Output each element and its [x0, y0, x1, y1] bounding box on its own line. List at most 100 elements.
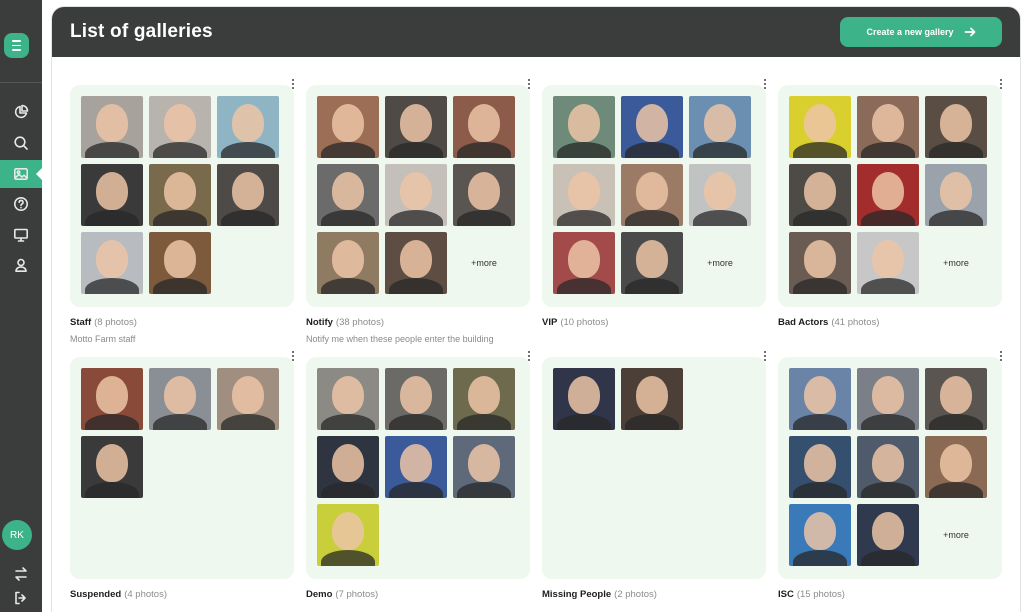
face-thumbnail[interactable]: [453, 436, 515, 498]
face-thumbnail[interactable]: [81, 436, 143, 498]
gallery-thumbnails[interactable]: +more: [778, 79, 1003, 307]
sidebar-item-devices[interactable]: [0, 221, 42, 249]
face-thumbnail[interactable]: [453, 96, 515, 158]
face-thumbnail[interactable]: [149, 96, 211, 158]
gallery-card[interactable]: +more VIP (10 photos): [542, 79, 767, 328]
more-photos-link[interactable]: +more: [925, 232, 987, 294]
face-thumbnail[interactable]: [621, 368, 683, 430]
more-options-icon[interactable]: [998, 351, 1004, 361]
face-thumbnail[interactable]: [789, 504, 851, 566]
face-thumbnail[interactable]: [925, 368, 987, 430]
face-thumbnail[interactable]: [317, 368, 379, 430]
face-thumbnail[interactable]: [317, 436, 379, 498]
face-thumbnail[interactable]: [789, 232, 851, 294]
gallery-card[interactable]: +more Bad Actors (41 photos): [778, 79, 1003, 328]
menu-dot: [291, 79, 295, 82]
face-thumbnail[interactable]: [553, 368, 615, 430]
face-shape: [96, 444, 128, 482]
face-thumbnail[interactable]: [857, 232, 919, 294]
face-thumbnail[interactable]: [385, 436, 447, 498]
gallery-thumbnails[interactable]: [306, 351, 531, 579]
more-options-icon[interactable]: [290, 351, 296, 361]
face-thumbnail[interactable]: [857, 368, 919, 430]
face-thumbnail[interactable]: [317, 232, 379, 294]
face-thumbnail[interactable]: [81, 96, 143, 158]
more-options-icon[interactable]: [762, 79, 768, 89]
more-options-icon[interactable]: [526, 351, 532, 361]
face-thumbnail[interactable]: [453, 164, 515, 226]
sidebar-item-users[interactable]: [0, 251, 42, 279]
face-thumbnail[interactable]: [317, 96, 379, 158]
gallery-thumbnails[interactable]: +more: [306, 79, 531, 307]
shoulders-shape: [693, 142, 747, 158]
face-thumbnail[interactable]: [621, 232, 683, 294]
more-photos-link[interactable]: +more: [453, 232, 515, 294]
gallery-thumbnails[interactable]: [70, 79, 295, 307]
face-thumbnail[interactable]: [789, 436, 851, 498]
face-thumbnail[interactable]: [553, 232, 615, 294]
face-thumbnail[interactable]: [789, 164, 851, 226]
menu-button[interactable]: [4, 33, 29, 58]
face-thumbnail[interactable]: [857, 164, 919, 226]
face-thumbnail[interactable]: [553, 96, 615, 158]
menu-dot: [763, 358, 767, 361]
face-thumbnail[interactable]: [553, 164, 615, 226]
logout-button[interactable]: [0, 584, 42, 612]
face-thumbnail[interactable]: [81, 232, 143, 294]
face-thumbnail[interactable]: [689, 96, 751, 158]
gallery-photo-count: (8 photos): [94, 317, 137, 328]
face-thumbnail[interactable]: [385, 164, 447, 226]
face-thumbnail[interactable]: [925, 436, 987, 498]
face-thumbnail[interactable]: [857, 436, 919, 498]
more-photos-link[interactable]: +more: [925, 504, 987, 566]
face-thumbnail[interactable]: [217, 164, 279, 226]
face-thumbnail[interactable]: [385, 368, 447, 430]
gallery-thumbnails[interactable]: +more: [542, 79, 767, 307]
face-thumbnail[interactable]: [317, 164, 379, 226]
avatar[interactable]: RK: [2, 520, 32, 550]
face-thumbnail[interactable]: [925, 96, 987, 158]
gallery-card[interactable]: Staff (8 photos) Motto Farm staff: [70, 79, 295, 344]
gallery-card[interactable]: +more Notify (38 photos) Notify me when the…: [306, 79, 531, 344]
face-thumbnail[interactable]: [385, 96, 447, 158]
face-thumbnail[interactable]: [621, 164, 683, 226]
face-thumbnail[interactable]: [217, 96, 279, 158]
face-thumbnail[interactable]: [857, 504, 919, 566]
gallery-card[interactable]: Demo (7 photos): [306, 351, 531, 600]
more-options-icon[interactable]: [526, 79, 532, 89]
face-shape: [468, 172, 500, 210]
more-options-icon[interactable]: [762, 351, 768, 361]
create-gallery-button[interactable]: Create a new gallery: [840, 17, 1002, 47]
sidebar-item-search[interactable]: [0, 129, 42, 157]
face-thumbnail[interactable]: [149, 164, 211, 226]
face-thumbnail[interactable]: [217, 368, 279, 430]
gallery-card[interactable]: Missing People (2 photos): [542, 351, 767, 600]
more-options-icon[interactable]: [998, 79, 1004, 89]
face-thumbnail[interactable]: [385, 232, 447, 294]
shoulders-shape: [557, 278, 611, 294]
sidebar-item-help[interactable]: [0, 190, 42, 218]
gallery-card[interactable]: Suspended (4 photos): [70, 351, 295, 600]
face-thumbnail[interactable]: [81, 368, 143, 430]
face-thumbnail[interactable]: [149, 368, 211, 430]
face-thumbnail[interactable]: [621, 96, 683, 158]
face-thumbnail[interactable]: [317, 504, 379, 566]
more-photos-link[interactable]: +more: [689, 232, 751, 294]
face-thumbnail[interactable]: [149, 232, 211, 294]
face-thumbnail[interactable]: [81, 164, 143, 226]
face-thumbnail[interactable]: [789, 368, 851, 430]
face-thumbnail[interactable]: [689, 164, 751, 226]
gallery-thumbnails[interactable]: +more: [778, 351, 1003, 579]
gallery-thumbnails[interactable]: [70, 351, 295, 579]
face-thumbnail[interactable]: [789, 96, 851, 158]
shoulders-shape: [85, 414, 139, 430]
face-thumbnail[interactable]: [857, 96, 919, 158]
more-options-icon[interactable]: [290, 79, 296, 89]
gallery-card[interactable]: +more ISC (15 photos): [778, 351, 1003, 600]
sidebar-item-dashboard[interactable]: [0, 98, 42, 126]
face-thumbnail[interactable]: [925, 164, 987, 226]
sidebar-item-galleries[interactable]: [0, 160, 42, 188]
shoulders-shape: [153, 142, 207, 158]
face-thumbnail[interactable]: [453, 368, 515, 430]
gallery-thumbnails[interactable]: [542, 351, 767, 579]
